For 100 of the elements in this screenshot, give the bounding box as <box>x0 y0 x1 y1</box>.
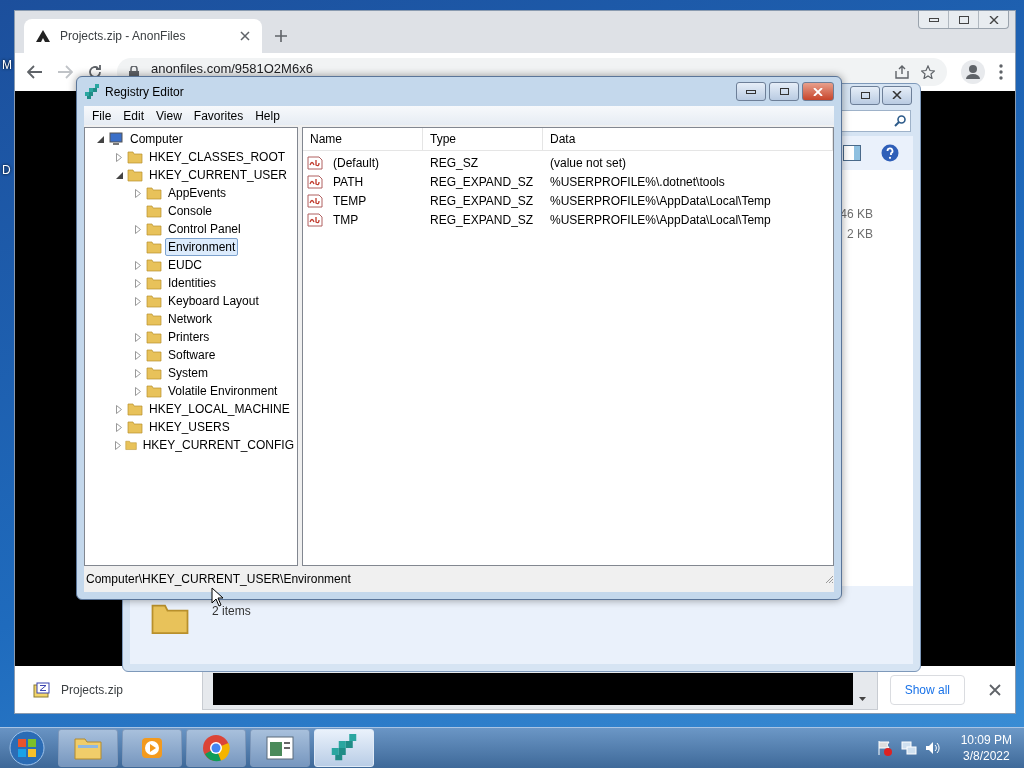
tree-item[interactable]: HKEY_USERS <box>146 418 233 436</box>
menu-item[interactable]: Edit <box>117 108 151 123</box>
search-icon <box>894 115 906 127</box>
collapsed-arrow-icon[interactable] <box>116 404 122 414</box>
expanded-arrow-icon[interactable] <box>115 171 123 179</box>
folder-icon <box>73 735 103 761</box>
tree-item[interactable]: Computer <box>127 130 186 148</box>
folder-icon <box>127 167 143 183</box>
dropdown-caret-icon[interactable] <box>858 697 866 701</box>
tree-item[interactable]: HKEY_LOCAL_MACHINE <box>146 400 293 418</box>
value-name[interactable]: TEMP <box>326 193 423 208</box>
browser-icon <box>202 734 230 762</box>
folder-icon <box>146 275 162 291</box>
close-icon[interactable] <box>240 31 250 41</box>
flag-icon[interactable] <box>876 740 893 756</box>
close-button[interactable] <box>802 82 834 101</box>
show-all-button[interactable]: Show all <box>889 674 965 705</box>
tree-item[interactable]: HKEY_CURRENT_USER <box>146 166 291 184</box>
tree-item[interactable]: Volatile Environment <box>165 382 281 400</box>
tree-item[interactable]: EUDC <box>165 256 205 274</box>
desktop-icon-label[interactable]: M <box>2 58 12 72</box>
column-header[interactable]: Name <box>303 128 423 150</box>
network-icon[interactable] <box>900 740 917 756</box>
collapsed-arrow-icon[interactable] <box>116 152 122 162</box>
help-icon[interactable] <box>881 144 899 162</box>
column-header[interactable]: Type <box>423 128 543 150</box>
minimize-icon <box>746 89 756 94</box>
maximize-button[interactable] <box>850 85 880 105</box>
volume-icon[interactable] <box>924 740 941 756</box>
maximize-icon <box>779 88 789 95</box>
folder-icon <box>146 329 162 345</box>
tree-item[interactable]: Printers <box>165 328 213 346</box>
new-tab-icon[interactable] <box>274 29 288 43</box>
folder-icon <box>146 383 162 399</box>
taskbar-button[interactable] <box>250 729 310 767</box>
collapsed-arrow-icon[interactable] <box>135 278 141 288</box>
tree-item[interactable]: Network <box>165 310 215 328</box>
collapsed-arrow-icon[interactable] <box>135 386 141 396</box>
collapsed-arrow-icon[interactable] <box>135 296 141 306</box>
zip-file-icon <box>33 681 51 698</box>
clock-date[interactable]: 3/8/2022 <box>962 748 1010 764</box>
string-value-icon <box>307 193 323 208</box>
menu-item[interactable]: Help <box>249 108 286 123</box>
start-button[interactable] <box>6 728 48 768</box>
mouse-pointer-icon <box>211 587 224 607</box>
menu-icon[interactable] <box>999 64 1003 80</box>
menu-item[interactable]: View <box>150 108 188 123</box>
collapsed-arrow-icon[interactable] <box>135 260 141 270</box>
maximize-icon <box>860 91 870 99</box>
tree-item[interactable]: Control Panel <box>165 220 244 238</box>
value-name[interactable]: PATH <box>326 174 423 189</box>
profile-avatar-icon[interactable] <box>961 60 985 84</box>
status-path: Computer\HKEY_CURRENT_USER\Environment <box>86 572 351 586</box>
tree-item[interactable]: Keyboard Layout <box>165 292 262 310</box>
tree-item[interactable]: AppEvents <box>165 184 230 202</box>
value-name[interactable]: (Default) <box>326 155 423 170</box>
value-type: REG_SZ <box>429 154 479 172</box>
tree-item[interactable]: Software <box>165 346 219 364</box>
browser-tab[interactable]: Projects.zip - AnonFiles <box>24 19 262 53</box>
search-field[interactable] <box>839 110 911 132</box>
folder-icon <box>146 365 162 381</box>
tree-item[interactable]: HKEY_CLASSES_ROOT <box>146 148 289 166</box>
download-filename[interactable]: Projects.zip <box>61 682 124 697</box>
tree-item[interactable]: Environment <box>165 238 239 256</box>
url-text[interactable]: anonfiles.com/9581O2M6x6 <box>151 62 313 76</box>
resize-grip-icon[interactable] <box>824 574 834 584</box>
preview-pane-icon[interactable] <box>843 145 861 161</box>
menu-item[interactable]: File <box>86 108 118 123</box>
star-icon[interactable] <box>921 65 935 79</box>
maximize-button[interactable] <box>769 82 799 101</box>
tree-item[interactable]: System <box>165 364 211 382</box>
collapsed-arrow-icon[interactable] <box>135 188 141 198</box>
clock-time[interactable]: 10:09 PM <box>960 732 1012 748</box>
folder-icon <box>146 347 162 363</box>
folder-icon <box>146 203 162 219</box>
string-value-icon <box>307 212 323 227</box>
collapsed-arrow-icon[interactable] <box>135 368 141 378</box>
file-size: 2 KB <box>847 226 873 242</box>
collapsed-arrow-icon[interactable] <box>135 332 141 342</box>
column-header[interactable]: Data <box>543 128 833 150</box>
collapsed-arrow-icon[interactable] <box>135 350 141 360</box>
taskbar-button[interactable] <box>186 729 246 767</box>
share-icon[interactable] <box>895 65 909 79</box>
tree-item[interactable]: Identities <box>165 274 220 292</box>
collapsed-arrow-icon[interactable] <box>116 422 122 432</box>
taskbar-button[interactable] <box>122 729 182 767</box>
tree-item[interactable]: HKEY_CURRENT_CONFIG <box>139 436 297 454</box>
collapsed-arrow-icon[interactable] <box>114 440 121 450</box>
expanded-arrow-icon[interactable] <box>96 135 104 143</box>
document-icon <box>266 736 294 760</box>
value-name[interactable]: TMP <box>326 212 423 227</box>
tree-item[interactable]: Console <box>165 202 216 220</box>
collapsed-arrow-icon[interactable] <box>135 224 141 234</box>
string-value-icon <box>307 155 323 170</box>
close-button[interactable] <box>882 85 912 105</box>
close-icon[interactable] <box>989 683 1001 696</box>
menu-item[interactable]: Favorites <box>187 108 250 123</box>
back-arrow-icon[interactable] <box>27 65 43 79</box>
desktop-icon-label[interactable]: D <box>2 163 11 177</box>
minimize-button[interactable] <box>736 82 766 101</box>
